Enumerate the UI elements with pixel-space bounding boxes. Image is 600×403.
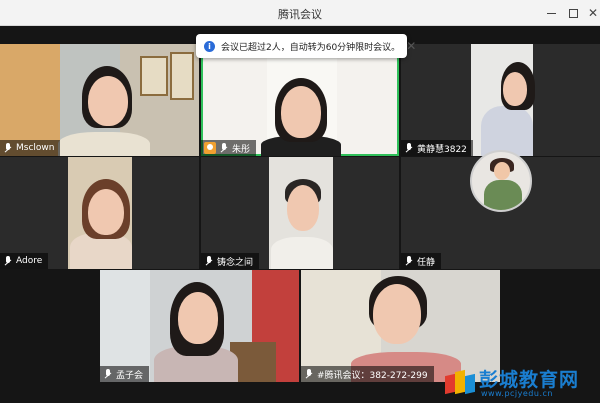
participant-name: Msclown: [16, 143, 55, 153]
close-icon: ✕: [587, 6, 599, 20]
mic-icon: [404, 143, 414, 153]
close-window-button[interactable]: ✕: [584, 4, 600, 22]
name-tag: 朱彤: [201, 140, 257, 156]
video-tile-zhunianzhijian[interactable]: 铸念之间: [201, 157, 399, 269]
watermark-brand: 彭城教育网: [479, 369, 580, 391]
mic-icon: [103, 369, 113, 379]
mic-icon: [3, 143, 13, 153]
name-tag: 孟子会: [100, 366, 150, 382]
video-tile-mengzihui[interactable]: 孟子会: [100, 270, 299, 382]
name-tag: Msclown: [0, 140, 61, 156]
wall-frame: [170, 52, 194, 100]
mic-icon: [404, 256, 414, 266]
watermark-url: www.pcjyedu.cn: [481, 389, 553, 398]
participant-name: 黄静慧3822: [417, 144, 467, 155]
mic-icon: [204, 256, 214, 266]
minimize-icon: [546, 13, 556, 14]
meeting-time-limit-notice: i 会议已超过2人，自动转为60分钟限时会议。 ✕: [196, 34, 416, 58]
participant-avatar: [470, 150, 532, 212]
video-tile-adore[interactable]: Adore: [0, 157, 199, 269]
name-tag: 黄静慧3822: [401, 140, 473, 156]
dismiss-notice-button[interactable]: ✕: [406, 39, 416, 53]
participant-name: 任静: [417, 257, 436, 268]
minimize-button[interactable]: [542, 4, 560, 22]
mic-icon: [219, 143, 229, 153]
name-tag: #腾讯会议：382-272-299: [301, 366, 434, 382]
participant-name: 孟子会: [116, 370, 144, 381]
name-tag: Adore: [0, 253, 49, 269]
mic-icon: [304, 369, 314, 379]
participant-name: 朱彤: [232, 144, 251, 155]
notice-message: 会议已超过2人，自动转为60分钟限时会议。: [221, 42, 401, 53]
participant-name: #腾讯会议：382-272-299: [317, 370, 428, 381]
participant-name: Adore: [16, 256, 43, 266]
name-tag: 铸念之间: [201, 253, 260, 269]
participant-name: 铸念之间: [217, 257, 254, 268]
maximize-button[interactable]: [564, 4, 582, 22]
video-tile-msclown[interactable]: Msclown: [0, 44, 199, 156]
watermark-logo: 彭城教育网 www.pcjyedu.cn: [443, 363, 595, 401]
camera-icon: [204, 142, 216, 154]
title-bar: 腾讯会议 ✕: [0, 0, 600, 26]
wall-frame: [140, 56, 168, 96]
video-tile-huangjinghui[interactable]: 黄静慧3822: [401, 44, 600, 156]
window-title: 腾讯会议: [278, 8, 322, 21]
books-icon: [443, 367, 475, 395]
mic-icon: [3, 256, 13, 266]
info-icon: i: [204, 40, 215, 52]
maximize-icon: [568, 9, 578, 18]
video-tile-zhutong[interactable]: 朱彤: [201, 44, 399, 156]
name-tag: 任静: [401, 253, 442, 269]
